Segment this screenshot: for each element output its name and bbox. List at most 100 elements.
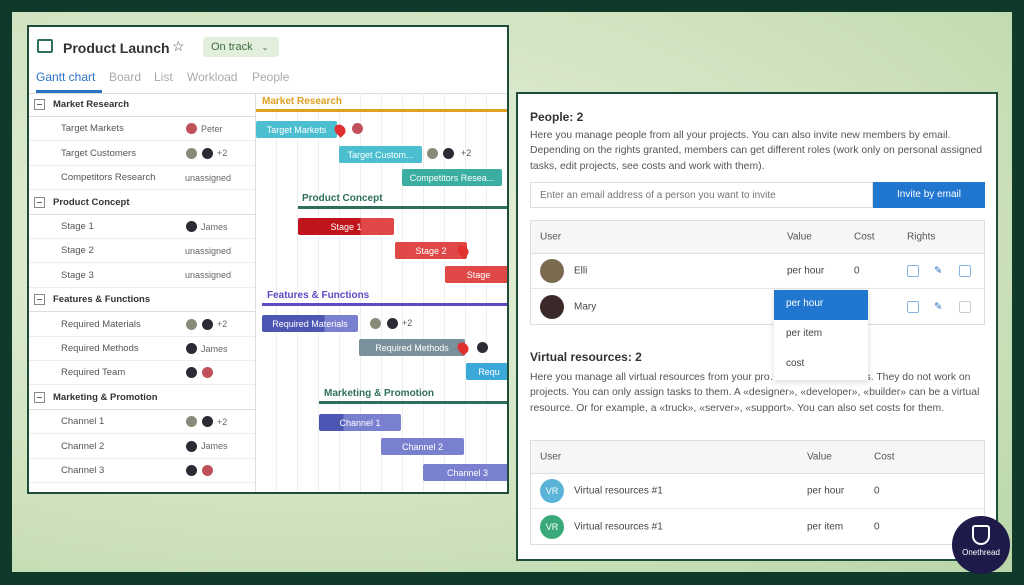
cost-value[interactable]: 0: [874, 521, 880, 532]
view-rights-icon[interactable]: [907, 265, 919, 277]
avatar: [540, 259, 564, 283]
avatar: [369, 317, 382, 330]
value-select[interactable]: per hour: [787, 266, 824, 277]
col-rights: Rights: [907, 231, 936, 243]
star-icon[interactable]: ☆: [172, 38, 185, 55]
task-row[interactable]: Competitors Research unassigned: [29, 166, 255, 191]
gantt-task-bar[interactable]: Stage: [445, 266, 507, 283]
avatar: [185, 415, 198, 429]
gantt-task-bar[interactable]: Competitors Resea...: [402, 169, 502, 186]
gantt-task-bar[interactable]: Target Markets: [256, 121, 337, 138]
edit-icon[interactable]: ✎: [934, 266, 942, 277]
group-name: Product Concept: [53, 196, 130, 208]
group-row[interactable]: Features & Functions: [29, 288, 255, 313]
task-row[interactable]: Stage 1 James: [29, 215, 255, 239]
avatar: [201, 366, 214, 380]
collapse-icon[interactable]: [34, 99, 45, 110]
tab-people[interactable]: People: [252, 70, 289, 84]
status-dropdown[interactable]: On track ⌄: [203, 37, 279, 57]
task-row[interactable]: Required Team: [29, 361, 255, 386]
gantt-task-bar[interactable]: Requ: [466, 363, 507, 380]
group-name: Market Research: [53, 99, 130, 110]
task-name: Required Methods: [61, 343, 139, 354]
assignee: unassigned: [185, 172, 232, 183]
task-row[interactable]: Channel 3: [29, 459, 255, 483]
gantt-task-bar[interactable]: Required Materials: [262, 315, 358, 332]
assignees: [185, 366, 214, 380]
project-title: Product Launch: [63, 40, 170, 56]
task-row[interactable]: Stage 2 unassigned: [29, 239, 255, 264]
task-row[interactable]: Target Customers +2: [29, 142, 255, 166]
gantt-group-bar: [262, 303, 507, 306]
avatar: VR: [540, 514, 564, 539]
gantt-task-bar[interactable]: Channel 2: [381, 438, 464, 455]
onethread-logo: Onethread: [952, 516, 1010, 574]
avatar: VR: [540, 479, 564, 503]
gantt-task-bar[interactable]: Stage 1: [298, 218, 394, 235]
gantt-group-label: Market Research: [262, 96, 343, 107]
tab-gantt-chart[interactable]: Gantt chart: [36, 70, 95, 84]
collapse-icon[interactable]: [34, 294, 45, 306]
value-select[interactable]: per item: [807, 521, 843, 532]
cost-value[interactable]: 0: [874, 486, 880, 497]
gantt-task-bar[interactable]: Channel 3: [423, 464, 507, 481]
costs-rights-icon[interactable]: [959, 265, 971, 277]
cost-value[interactable]: 0: [854, 266, 860, 277]
table-row: VR Virtual resources #1 per item 0: [531, 509, 984, 544]
avatar: [185, 464, 198, 477]
col-user: User: [540, 231, 562, 243]
gantt-group-label: Product Concept: [302, 193, 383, 204]
user-name: Mary: [574, 301, 597, 312]
task-name: Competitors Research: [61, 172, 156, 184]
costs-rights-icon[interactable]: [959, 300, 971, 313]
gantt-task-bar[interactable]: Target Custom...: [339, 146, 422, 163]
task-row[interactable]: Stage 3 unassigned: [29, 264, 255, 288]
user-name: Elli: [574, 265, 588, 277]
col-cost: Cost: [874, 451, 895, 463]
option-cost[interactable]: cost: [774, 350, 868, 380]
collapse-icon[interactable]: [34, 196, 45, 208]
invite-by-email-button[interactable]: Invite by email: [873, 182, 985, 208]
gantt-group-label: Marketing & Promotion: [324, 388, 435, 399]
task-row[interactable]: Target Markets Peter: [29, 117, 255, 142]
tab-board[interactable]: Board: [109, 70, 141, 84]
assignees: Peter: [185, 122, 223, 136]
gantt-task-bar[interactable]: Channel 1: [319, 414, 401, 431]
edit-icon[interactable]: ✎: [934, 301, 942, 312]
avatar: [185, 439, 198, 453]
more-assignees: +2: [217, 319, 228, 330]
task-name: Target Markets: [61, 123, 124, 135]
avatar: [442, 147, 455, 160]
tab-workload[interactable]: Workload: [187, 70, 237, 84]
value-select[interactable]: per hour: [807, 486, 844, 497]
avatar: [185, 146, 198, 160]
task-name: Stage 3: [61, 269, 94, 281]
task-row[interactable]: Channel 2 James: [29, 435, 255, 459]
task-row[interactable]: Required Methods James: [29, 337, 255, 361]
invite-email-input[interactable]: [530, 182, 873, 208]
task-name: Channel 3: [61, 465, 105, 476]
gantt-group-label: Features & Functions: [267, 290, 370, 301]
assignee: James: [201, 441, 228, 452]
avatar: [201, 146, 214, 160]
assignee: unassigned: [185, 270, 232, 281]
group-row[interactable]: Marketing & Promotion: [29, 386, 255, 410]
assignees: unassigned: [185, 173, 231, 183]
collapse-icon[interactable]: [34, 391, 45, 403]
group-row[interactable]: Product Concept: [29, 191, 255, 215]
task-row[interactable]: Channel 1 +2: [29, 410, 255, 435]
avatar: [201, 464, 214, 477]
view-rights-icon[interactable]: [907, 300, 919, 313]
tab-list[interactable]: List: [154, 70, 173, 84]
task-row[interactable]: Required Materials +2: [29, 313, 255, 337]
resource-name: Virtual resources #1: [574, 485, 663, 497]
gantt-task-bar[interactable]: Required Methods: [359, 339, 465, 356]
option-per-hour[interactable]: per hour: [774, 290, 868, 320]
col-value: Value: [787, 231, 812, 243]
people-description: Here you manage people from all your pro…: [530, 130, 983, 172]
virtual-title: Virtual resources: 2: [530, 350, 642, 364]
assignees: +2: [185, 415, 227, 429]
chevron-down-icon: ⌄: [261, 43, 269, 52]
option-per-item[interactable]: per item: [774, 320, 868, 350]
group-row[interactable]: Market Research: [29, 93, 255, 117]
